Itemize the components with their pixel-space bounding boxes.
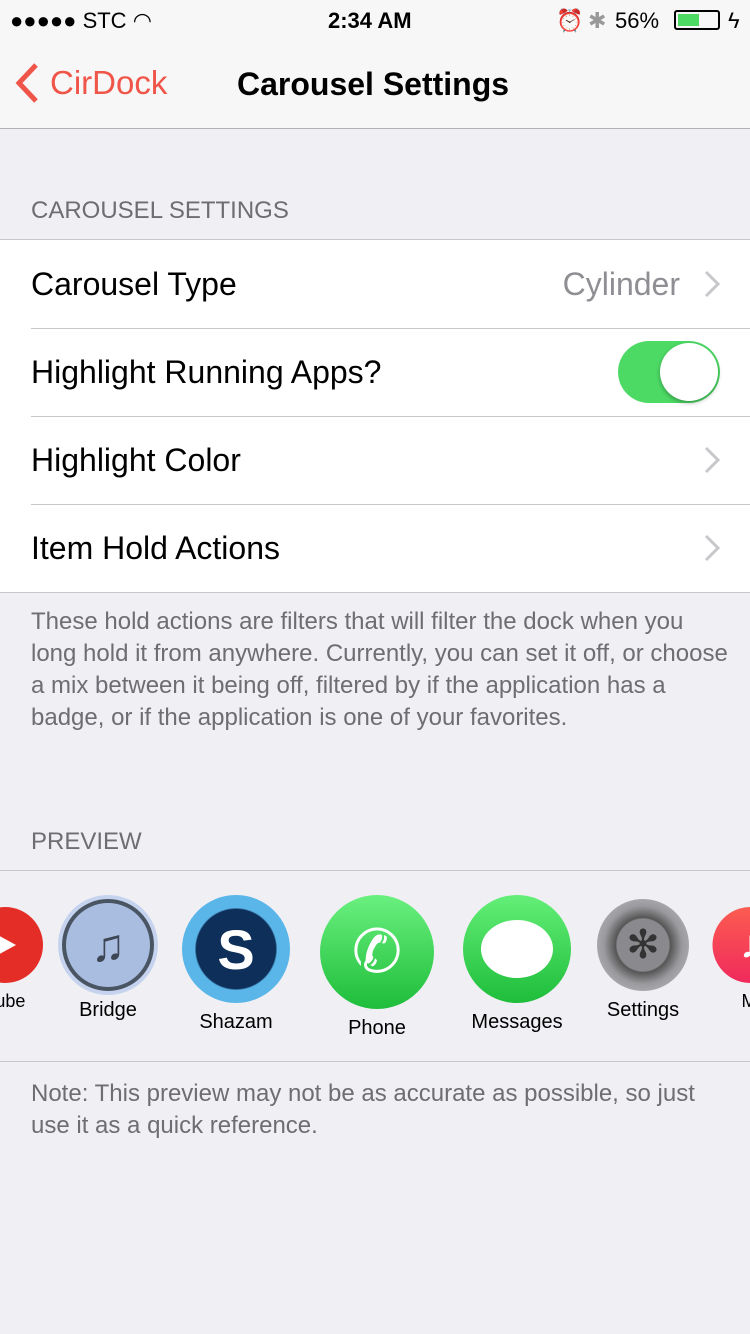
section-header: CAROUSEL SETTINGS bbox=[31, 197, 289, 224]
alarm-icon: ⏰ bbox=[556, 8, 584, 33]
chevron-left-icon bbox=[15, 63, 38, 103]
chevron-right-icon bbox=[704, 270, 720, 298]
app-label: YouTube bbox=[0, 991, 26, 1011]
shazam-icon: S bbox=[182, 895, 290, 1003]
row-value: Cylinder bbox=[562, 265, 680, 302]
highlight-running-apps-toggle[interactable] bbox=[618, 341, 720, 403]
signal-carrier: ●●●●● STC ◠ bbox=[10, 8, 152, 33]
app-settings: ✻ Settings bbox=[597, 899, 689, 1022]
clock: 2:34 AM bbox=[328, 8, 412, 33]
app-label: Settings bbox=[606, 999, 680, 1021]
navigation-bar: CirDock Carousel Settings bbox=[0, 40, 750, 129]
app-youtube: YouTube bbox=[0, 907, 43, 1012]
preview-footer: Note: This preview may not be as accurat… bbox=[31, 1080, 695, 1139]
app-label: Messages bbox=[471, 1011, 563, 1033]
app-messages: Messages bbox=[463, 895, 571, 1034]
page-title: Carousel Settings bbox=[237, 66, 510, 102]
messages-icon bbox=[463, 895, 571, 1003]
app-label: Bridge bbox=[79, 999, 137, 1021]
app-label: Shazam bbox=[199, 1011, 273, 1033]
section-footer: These hold actions are filters that will… bbox=[31, 608, 728, 731]
back-button[interactable]: CirDock bbox=[14, 62, 167, 104]
app-phone: ✆ Phone bbox=[320, 895, 434, 1040]
chevron-right-icon bbox=[704, 534, 720, 562]
row-label: Carousel Type bbox=[31, 265, 237, 302]
app-bridge: ♫ Bridge bbox=[62, 899, 154, 1022]
bluetooth-icon: ✱ bbox=[588, 8, 607, 33]
row-label: Highlight Color bbox=[31, 441, 241, 478]
app-music: ♪ Music bbox=[711, 907, 750, 1012]
item-hold-actions-row[interactable]: Item Hold Actions bbox=[0, 504, 750, 592]
carrier: STC bbox=[82, 8, 127, 33]
back-label: CirDock bbox=[50, 64, 168, 101]
app-shazam: S Shazam bbox=[182, 895, 290, 1034]
phone-icon: ✆ bbox=[320, 895, 434, 1009]
preview-header: PREVIEW bbox=[31, 828, 142, 855]
app-label: Phone bbox=[348, 1017, 406, 1039]
row-label: Highlight Running Apps? bbox=[31, 353, 382, 390]
highlight-running-apps-row: Highlight Running Apps? bbox=[0, 328, 750, 416]
preview-carousel: YouTube ♫Bridge SShazam ✆Phone Messages … bbox=[0, 870, 750, 1062]
music-icon: ♪ bbox=[711, 907, 750, 983]
settings-gear-icon: ✻ bbox=[597, 899, 689, 991]
charging-icon: ϟ bbox=[728, 8, 740, 33]
youtube-icon bbox=[0, 907, 43, 983]
bridge-music-icon: ♫ bbox=[62, 899, 154, 991]
carousel-type-row[interactable]: Carousel Type Cylinder bbox=[0, 240, 750, 328]
battery-icon bbox=[674, 10, 720, 30]
settings-table: Carousel Type Cylinder Highlight Running … bbox=[0, 239, 750, 593]
chevron-right-icon bbox=[704, 446, 720, 474]
battery-percent: 56% bbox=[615, 8, 660, 33]
app-label: Music bbox=[741, 991, 750, 1012]
row-label: Item Hold Actions bbox=[31, 529, 280, 566]
highlight-color-row[interactable]: Highlight Color bbox=[0, 416, 750, 504]
status-bar: ●●●●● STC ◠ 2:34 AM ⏰ ✱ 56% ϟ bbox=[0, 0, 750, 40]
wifi-icon: ◠ bbox=[132, 8, 152, 33]
toggle-knob bbox=[660, 343, 718, 401]
